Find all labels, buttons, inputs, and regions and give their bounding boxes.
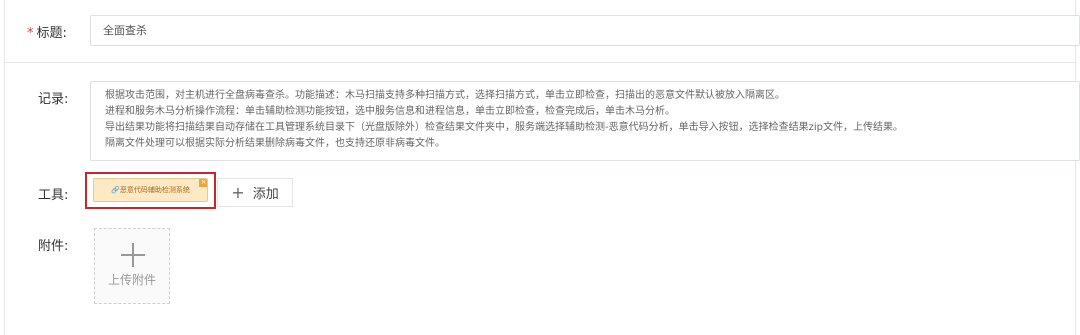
record-line: 根据攻击范围，对主机进行全盘病毒查杀。功能描述：木马扫描支持多种扫描方式，选择扫…	[105, 90, 785, 101]
tool-chip-label: 🔗恶意代码辅助检测系统	[111, 186, 190, 194]
add-tool-label: 添加	[252, 187, 279, 202]
record-line: 进程和服务木马分析操作流程：单击辅助检测功能按钮，选中服务信息和进程信息，单击立…	[105, 106, 675, 117]
plus-icon: +	[231, 182, 245, 202]
attachment-label: 附件:	[38, 239, 69, 254]
title-row: * 标题: 全面查杀	[5, 0, 1080, 63]
record-line: 导出结果功能将扫描结果自动存储在工具管理系统目录下（光盘版除外）检查结果文件夹中…	[105, 122, 903, 133]
title-input[interactable]: 全面查杀	[90, 15, 1080, 46]
upload-attachment-button[interactable]: 上传附件	[94, 228, 170, 304]
upload-attachment-label: 上传附件	[107, 273, 156, 287]
title-label: * 标题:	[27, 26, 67, 41]
form-panel: * 标题: 全面查杀 记录: 根据攻击范围，对主机进行全盘病毒查杀。功能描述：木马…	[4, 0, 1080, 335]
add-tool-button[interactable]: + 添加	[217, 178, 293, 207]
record-line: 隔离文件处理可以根据实际分析结果删除病毒文件，也支持还原非病毒文件。	[105, 138, 445, 149]
record-label: 记录:	[38, 92, 69, 107]
close-icon[interactable]: ×	[199, 179, 207, 187]
tool-chip[interactable]: 🔗恶意代码辅助检测系统 ×	[93, 178, 208, 202]
plus-icon	[121, 243, 145, 267]
required-mark: *	[27, 26, 34, 41]
record-textarea[interactable]: 根据攻击范围，对主机进行全盘病毒查杀。功能描述：木马扫描支持多种扫描方式，选择扫…	[90, 81, 1080, 161]
tools-label: 工具:	[38, 188, 69, 203]
